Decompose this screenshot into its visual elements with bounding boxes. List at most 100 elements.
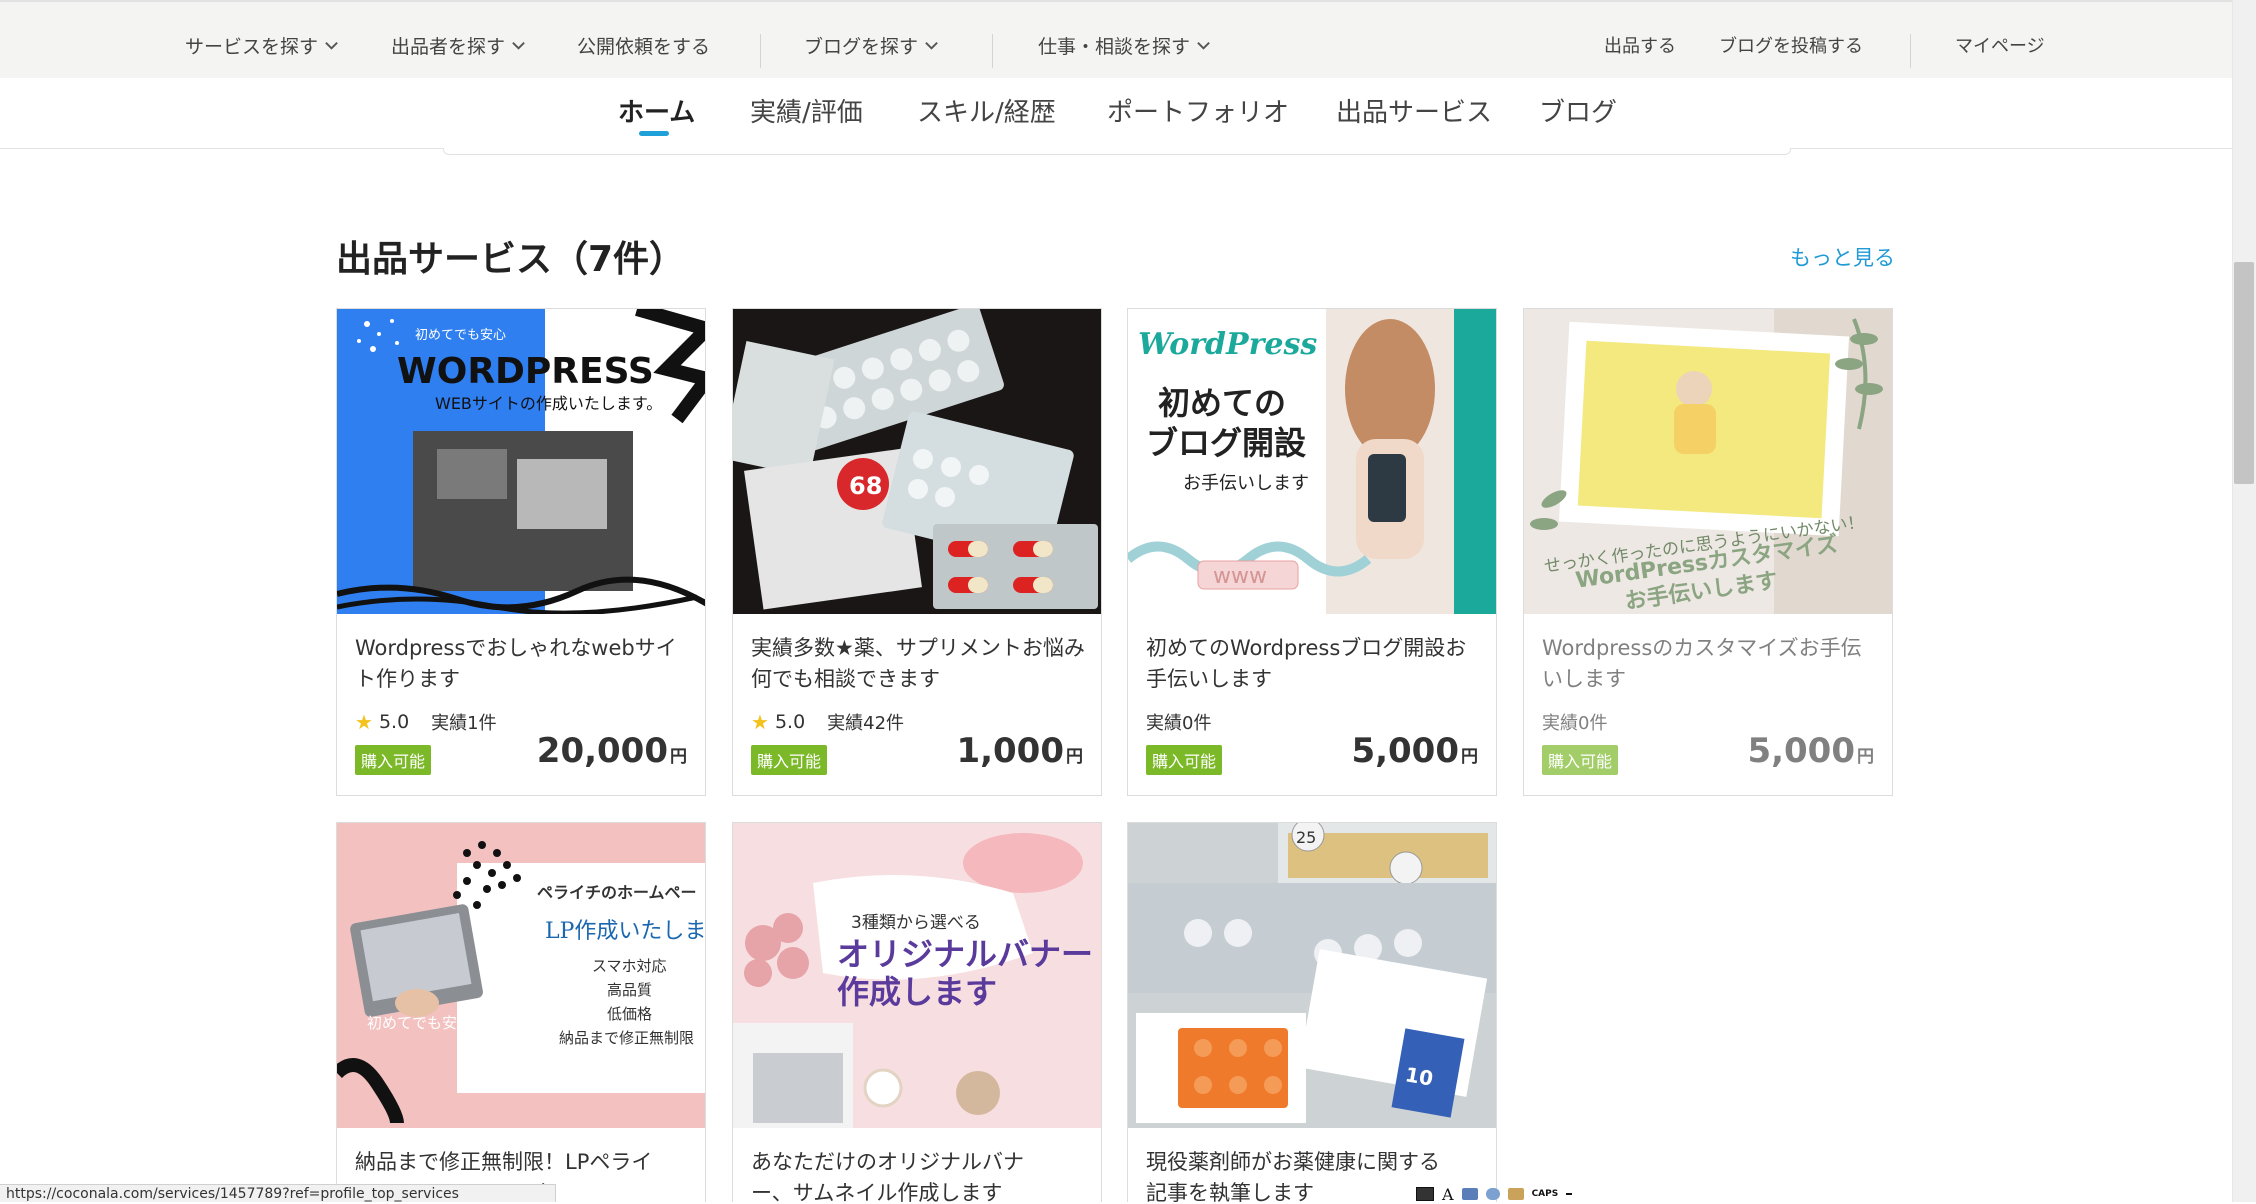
tab-skills[interactable]: スキル/経歴 [917,92,1056,129]
thumb-text: 低価格 [607,1005,652,1023]
profile-card-edge [443,148,1791,155]
system-tray: A CAPS [1416,1185,1573,1204]
thumb-text: 初めての [1158,384,1286,422]
nav-search-services-label: サービスを探す [185,36,319,58]
service-meta: ★ 5.0 実績42件 [751,709,904,735]
caps-indicator: CAPS [1531,1189,1559,1199]
service-card[interactable]: 初めてでも安心 ペライチのホームペー LP作成いたしま スマホ対応 高品質 低価… [336,822,706,1202]
sales-count: 実績0件 [1542,713,1608,734]
service-thumbnail[interactable]: 68 [733,309,1101,614]
price: 5,000 円 [1747,731,1874,771]
status-badge: 購入可能 [355,745,432,775]
thumb-text: ブログ開設 [1146,424,1306,462]
thumb-text: WORDPRESS [397,351,654,392]
service-title[interactable]: あなただけのオリジナルバナ ー、サムネイル作成します [751,1147,1085,1202]
keyboard-icon[interactable] [1416,1187,1434,1201]
thumb-text: 初めてでも安心 [415,328,506,343]
tools-icon[interactable] [1507,1188,1524,1200]
service-card[interactable]: 3種類から選べる オリジナルバナー 作成します あなただけのオリジナルバナ ー、… [732,822,1102,1202]
service-thumbnail[interactable]: www WordPress 初めての ブログ開設 お手伝いします [1128,309,1496,614]
nav-mypage[interactable]: マイページ [1955,32,2045,58]
thumb-text: 初めてでも安心 [367,1014,472,1032]
nav-divider [760,34,761,68]
tab-portfolio[interactable]: ポートフォリオ [1107,92,1289,129]
menu-dash-icon[interactable] [1566,1193,1573,1195]
thumb-text: 25 [1296,828,1316,847]
price-currency: 円 [1461,747,1478,767]
nav-sell[interactable]: 出品する [1604,32,1676,58]
nav-search-services[interactable]: サービスを探す [185,32,339,59]
thumb-text: オリジナルバナー [837,935,1093,973]
nav-public-request-label: 公開依頼をする [577,36,711,58]
service-title[interactable]: Wordpressでおしゃれなwebサイト作ります [355,633,689,695]
price: 20,000 円 [537,731,687,771]
thumb-text: WordPress [1138,327,1317,362]
nav-search-jobs-label: 仕事・相談を探す [1038,36,1191,58]
status-badge: 購入可能 [1146,745,1223,775]
nav-sell-label: 出品する [1604,36,1676,57]
nav-search-jobs[interactable]: 仕事・相談を探す [1038,32,1211,59]
thumb-text: LP作成いたしま [545,919,706,944]
star-icon: ★ [751,710,769,734]
thumb-text: 3種類から選べる [851,913,981,933]
service-meta: 実績0件 [1542,709,1607,735]
thumb-text: スマホ対応 [592,957,667,975]
nav-divider [992,34,993,68]
nav-search-sellers[interactable]: 出品者を探す [391,32,526,59]
chevron-down-icon [1197,42,1210,50]
section-title: 出品サービス（7件） [336,239,686,280]
service-card[interactable]: せっかく作ったのに思うようにいかない！ WordPressカスタマイズ お手伝い… [1523,308,1893,796]
service-card[interactable]: 25 10 現役薬剤師がお薬健康に関する 記事を執筆します [1127,822,1497,1202]
ime-icon[interactable] [1461,1188,1478,1200]
price: 5,000 円 [1351,731,1478,771]
service-title-line: ー、サムネイル作成します [751,1181,1003,1202]
more-link[interactable]: もっと見る [1790,242,1895,272]
service-card[interactable]: 初めてでも安心 WORDPRESS WEBサイトの作成いたします。 Wordpr… [336,308,706,796]
chevron-down-icon [925,42,938,50]
thumb-text: WEBサイトの作成いたします。 [435,394,662,413]
sales-count: 実績42件 [827,713,905,734]
status-badge: 購入可能 [1542,745,1619,775]
service-thumbnail[interactable]: せっかく作ったのに思うようにいかない！ WordPressカスタマイズ お手伝い… [1524,309,1892,614]
service-title[interactable]: 初めてのWordpressブログ開設お手伝いします [1146,633,1480,695]
service-meta: ★ 5.0 実績1件 [355,709,497,735]
sales-count: 実績0件 [1146,713,1212,734]
thumb-text: www [1213,564,1267,589]
service-thumbnail[interactable]: 25 10 [1128,823,1496,1128]
vertical-scrollbar[interactable] [2232,0,2256,1202]
tab-services[interactable]: 出品サービス [1336,92,1492,129]
service-title-line: 現役薬剤師がお薬健康に関する [1146,1150,1440,1174]
service-thumbnail[interactable]: 初めてでも安心 WORDPRESS WEBサイトの作成いたします。 [337,309,705,614]
price-currency: 円 [670,747,687,767]
service-title-line: あなただけのオリジナルバナ [751,1150,1024,1174]
chevron-down-icon [325,42,338,50]
thumb-text: 納品まで修正無制限 [559,1029,694,1047]
price: 1,000 円 [956,731,1083,771]
nav-search-blogs[interactable]: ブログを探す [804,32,939,59]
price-currency: 円 [1857,747,1874,767]
service-title[interactable]: 実績多数★薬、サプリメントお悩み何でも相談できます [751,633,1085,695]
nav-public-request[interactable]: 公開依頼をする [577,32,710,59]
nav-divider [1910,34,1911,68]
service-thumbnail[interactable]: 初めてでも安心 ペライチのホームペー LP作成いたしま スマホ対応 高品質 低価… [337,823,706,1128]
tab-blog[interactable]: ブログ [1539,92,1617,129]
price-value: 5,000 [1747,731,1855,771]
scrollbar-thumb[interactable] [2234,262,2254,484]
price-value: 20,000 [536,731,668,771]
service-card[interactable]: www WordPress 初めての ブログ開設 お手伝いします 初めてのWor… [1127,308,1497,796]
chevron-down-icon [512,42,525,50]
thumb-text: 高品質 [607,981,652,999]
global-nav: サービスを探す 出品者を探す 公開依頼をする ブログを探す 仕事・相談を探す 出… [0,0,2232,80]
help-icon[interactable] [1485,1188,1500,1200]
tab-achievements[interactable]: 実績/評価 [750,92,863,129]
profile-tabs: ホーム 実績/評価 スキル/経歴 ポートフォリオ 出品サービス ブログ [0,78,2232,149]
service-thumbnail[interactable]: 3種類から選べる オリジナルバナー 作成します [733,823,1101,1128]
tab-home[interactable]: ホーム [618,92,695,129]
service-title[interactable]: Wordpressのカスタマイズお手伝いします [1542,633,1876,695]
nav-post-blog-label: ブログを投稿する [1719,36,1863,57]
service-card[interactable]: 68 実績多数★薬、サプリメントお悩み何でも相談できます ★ 5.0 実績42件… [732,308,1102,796]
thumb-text: ペライチのホームペー [537,883,697,902]
font-a-icon[interactable]: A [1442,1185,1454,1204]
thumb-text: 10 [1403,1062,1435,1090]
nav-post-blog[interactable]: ブログを投稿する [1719,32,1863,58]
